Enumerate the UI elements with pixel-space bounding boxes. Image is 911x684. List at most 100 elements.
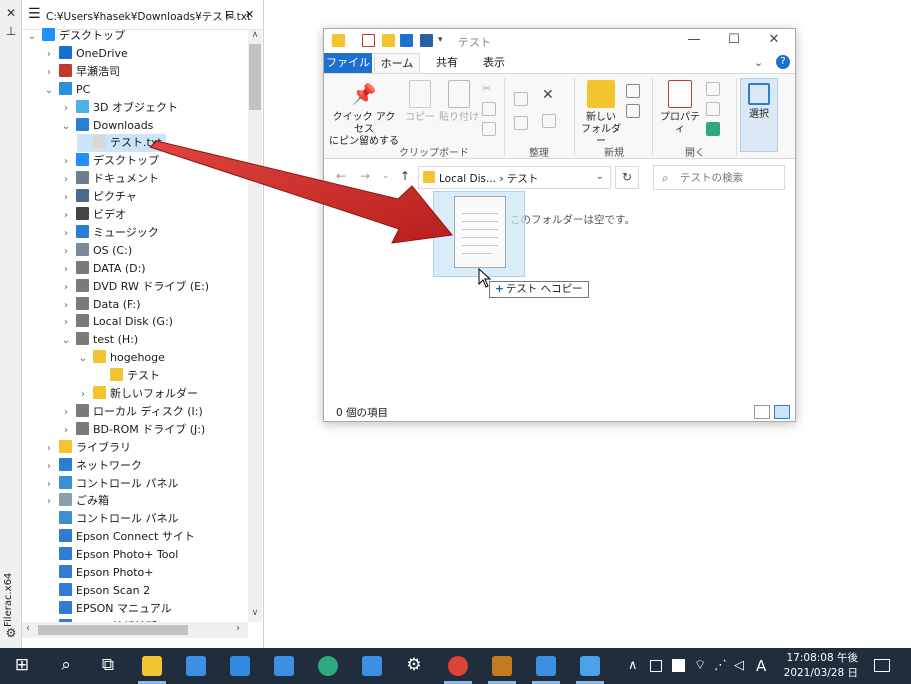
hscroll-thumb[interactable]: [38, 625, 188, 635]
tree-item[interactable]: › OneDrive: [43, 45, 128, 63]
tree-item[interactable]: Epson Photo+: [43, 564, 153, 582]
minimize-icon[interactable]: —: [684, 32, 704, 47]
close-pane-icon[interactable]: ✕: [4, 6, 18, 20]
chevron-down-icon[interactable]: ⌄: [60, 118, 72, 136]
notification-icon[interactable]: [874, 659, 890, 672]
chevron-right-icon[interactable]: ›: [60, 297, 72, 315]
back-icon[interactable]: ←: [336, 169, 346, 183]
rename-icon[interactable]: [542, 114, 556, 128]
store-icon[interactable]: [186, 656, 206, 676]
chrome-icon[interactable]: [448, 656, 468, 676]
window-restore-icon[interactable]: ⊟: [225, 9, 234, 21]
cut-icon[interactable]: ✂: [482, 82, 496, 96]
tree-item[interactable]: Epson Photo+ Tool: [43, 546, 178, 564]
chevron-right-icon[interactable]: ›: [43, 476, 55, 494]
tab-home[interactable]: ホーム: [374, 53, 420, 73]
tree-horizontal-scrollbar[interactable]: ‹ ›: [22, 622, 248, 638]
tab-share[interactable]: 共有: [424, 53, 470, 73]
chevron-down-icon[interactable]: ⌄: [596, 171, 604, 182]
new-folder-quick-icon[interactable]: [382, 34, 395, 47]
chevron-down-icon[interactable]: ⌄: [754, 56, 763, 69]
game-icon[interactable]: [492, 656, 512, 676]
tree-item-selected[interactable]: テスト.txt: [77, 134, 166, 153]
chevron-down-icon[interactable]: ⌄: [60, 332, 72, 350]
tree-item[interactable]: ⌄ PC: [43, 81, 90, 99]
tree-item[interactable]: ⌄ Downloads: [60, 117, 153, 135]
tree-item[interactable]: › Local Disk (G:): [60, 313, 173, 331]
tree-item[interactable]: › ごみ箱: [43, 492, 109, 510]
network-icon[interactable]: ⋰: [714, 658, 727, 674]
tree-item[interactable]: › ネットワーク: [43, 457, 142, 475]
recent-locations-icon[interactable]: ⌄: [382, 171, 390, 181]
tree-item[interactable]: › 早瀬浩司: [43, 63, 120, 81]
chevron-right-icon[interactable]: ›: [77, 386, 89, 404]
tree-item[interactable]: › OS (C:): [60, 242, 132, 260]
search-box[interactable]: ⌕: [653, 165, 785, 190]
scroll-down-icon[interactable]: ∨: [248, 608, 262, 618]
edit-icon[interactable]: [706, 102, 720, 116]
forward-icon[interactable]: →: [360, 169, 370, 183]
properties-quick-icon[interactable]: [362, 34, 375, 47]
chevron-right-icon[interactable]: ›: [60, 243, 72, 261]
tree-item[interactable]: › DATA (D:): [60, 260, 146, 278]
pin-icon[interactable]: ⊥: [4, 24, 18, 38]
tab-file[interactable]: ファイル: [324, 53, 372, 73]
copy-button[interactable]: コピー: [402, 80, 438, 124]
tree-item[interactable]: ⌄ デスクトップ: [26, 27, 125, 45]
tree-item[interactable]: ⌄ test (H:): [60, 331, 138, 349]
chevron-down-icon[interactable]: ⌄: [26, 28, 38, 46]
remote-icon[interactable]: [580, 656, 600, 676]
tree-item[interactable]: › Data (F:): [60, 296, 141, 314]
new-folder-button[interactable]: 新しい フォルダー: [578, 80, 624, 148]
tree-item[interactable]: › コントロール パネル: [43, 475, 179, 493]
start-icon[interactable]: ⊞: [10, 655, 34, 675]
chevron-up-icon[interactable]: ∧: [628, 658, 638, 674]
address-bar[interactable]: Local Dis... › テスト ⌄: [418, 166, 611, 189]
tree-item[interactable]: EPSON マニュアル: [43, 600, 172, 618]
volume-icon[interactable]: ◁: [734, 658, 744, 674]
file-explorer-icon[interactable]: [142, 656, 162, 676]
tab-view[interactable]: 表示: [470, 53, 518, 73]
tree-item[interactable]: › ミュージック: [60, 224, 159, 242]
file-list-area[interactable]: このフォルダーは空です。: [324, 194, 795, 404]
chevron-right-icon[interactable]: ›: [60, 171, 72, 189]
shell-quick-icon[interactable]: [420, 34, 433, 47]
customize-quick-access-icon[interactable]: ▾: [438, 34, 448, 47]
pin-quick-access-button[interactable]: 📌 クイック アクセス にピン留めする: [328, 80, 400, 148]
tree-item[interactable]: › DVD RW ドライブ (E:): [60, 278, 209, 296]
chevron-right-icon[interactable]: ›: [60, 189, 72, 207]
tree-item[interactable]: テスト: [94, 367, 160, 385]
chevron-right-icon[interactable]: ›: [43, 458, 55, 476]
tree-item[interactable]: › ライブラリ: [43, 439, 131, 457]
copy-path-icon[interactable]: [482, 102, 496, 116]
scroll-right-icon[interactable]: ›: [236, 623, 240, 634]
paste-button[interactable]: 貼り付け: [438, 80, 480, 124]
tree-item[interactable]: Epson Connect サイト: [43, 528, 195, 546]
refresh-button[interactable]: ↻: [615, 166, 639, 189]
chevron-right-icon[interactable]: ›: [60, 100, 72, 118]
chevron-right-icon[interactable]: ›: [43, 440, 55, 458]
close-icon[interactable]: ✕: [764, 32, 784, 47]
copy-to-icon[interactable]: [514, 116, 528, 130]
gear-icon[interactable]: ⚙: [4, 626, 18, 640]
tree-item[interactable]: › ローカル ディスク (I:): [60, 403, 203, 421]
tree-item[interactable]: › デスクトップ: [60, 152, 159, 170]
properties-button[interactable]: プロパティ: [656, 80, 704, 136]
easy-access-icon[interactable]: [626, 104, 640, 118]
tree-item[interactable]: › BD-ROM ドライブ (J:): [60, 421, 205, 439]
help-icon[interactable]: ?: [776, 55, 790, 69]
tree-item[interactable]: Epson Scan 2: [43, 582, 150, 600]
search-input[interactable]: [678, 169, 782, 187]
edge-icon[interactable]: [318, 656, 338, 676]
select-button[interactable]: 選択: [740, 78, 778, 152]
scroll-thumb[interactable]: [249, 44, 261, 110]
move-to-icon[interactable]: [514, 92, 528, 106]
ime-indicator[interactable]: A: [756, 658, 766, 674]
tree-item[interactable]: › ピクチャ: [60, 188, 137, 206]
chevron-right-icon[interactable]: ›: [60, 153, 72, 171]
settings-icon[interactable]: ⚙: [402, 655, 426, 675]
chevron-right-icon[interactable]: ›: [60, 279, 72, 297]
chevron-right-icon[interactable]: ›: [60, 261, 72, 279]
tree-item[interactable]: › 新しいフォルダー: [77, 385, 198, 403]
up-icon[interactable]: ↑: [400, 169, 410, 183]
